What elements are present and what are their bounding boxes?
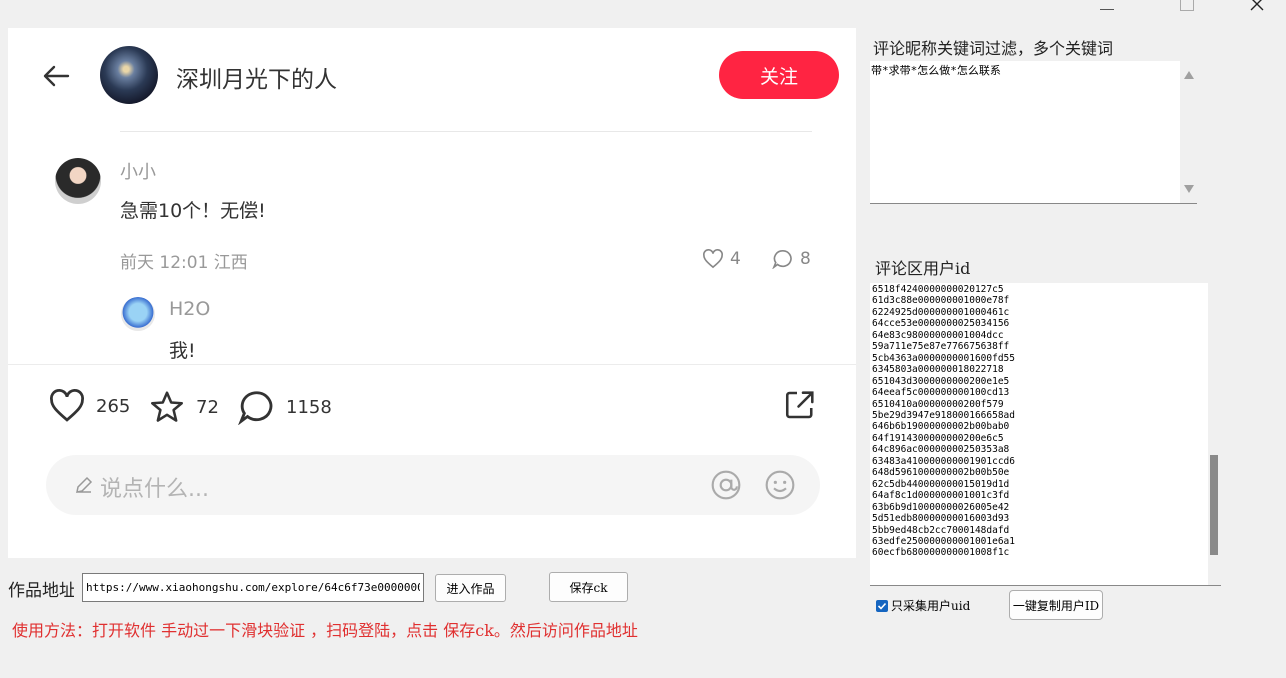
share-icon[interactable] [782,387,818,423]
user-id-row: 5be29d3947e918000166658ad [872,409,1015,421]
user-id-row: 64c896ac00000000250353a8 [872,444,1010,456]
author-avatar[interactable] [100,46,158,104]
user-id-list: 6518f4240000000020127c5 61d3c88e000000001… [872,284,1015,559]
minimize-button[interactable] [1084,0,1130,14]
like-count: 265 [96,395,131,417]
scroll-down-arrow-icon[interactable] [1184,185,1194,193]
users-label: 评论区用户id [875,259,971,278]
user-id-row: 6224925d000000001000461c [872,306,1010,318]
user-id-row: 5d51edb80000000016003d93 [872,513,1010,525]
filter-text: 带*求带*怎么做*怎么联系 [871,64,1001,77]
usage-instructions: 使用方法：打开软件 手动过一下滑块验证 ，扫码登陆，点击 保存ck。然后访问作品… [12,621,638,640]
user-id-row: 646b6b19000000002b00bab0 [872,421,1010,433]
comment-meta: 前天 12:01 江西 [120,253,248,273]
pencil-icon [76,476,93,493]
filter-label: 评论昵称关键词过滤，多个关键词 [873,39,1114,58]
like-button[interactable]: 265 [48,389,130,423]
scroll-up-arrow-icon[interactable] [1184,71,1194,79]
at-icon[interactable] [710,469,742,501]
user-id-row: 648d5961000000002b00b50e [872,467,1010,479]
comment-like-count: 4 [730,249,741,269]
user-id-row: 64e83c98000000001004dcc [872,329,1004,341]
reply-name[interactable]: H2O [169,298,210,320]
filter-scrollbar[interactable] [1180,61,1197,203]
heart-icon [703,249,723,269]
user-id-row: 63edfe250000000001001e6a1 [872,535,1015,547]
comment-count: 1158 [286,396,332,418]
copy-user-id-button[interactable]: 一键复制用户ID [1009,590,1103,620]
scrollbar-thumb[interactable] [1210,455,1218,555]
filter-textarea[interactable]: 带*求带*怎么做*怎么联系 [870,61,1197,204]
maximize-button[interactable] [1164,0,1210,14]
user-id-row: 6345803a000000018022718 [872,364,1004,376]
only-uid-label: 只采集用户uid [891,599,971,613]
star-icon [151,391,183,422]
user-id-row: 59a711e75e87e776675638ff [872,341,1010,353]
user-id-textarea[interactable]: 6518f4240000000020127c5 61d3c88e000000001… [870,283,1221,586]
close-icon [1250,0,1264,11]
user-id-row: 60ecfb680000000001008f1c [872,547,1010,559]
commenter-name[interactable]: 小小 [120,158,156,184]
star-count: 72 [196,396,219,418]
divider [120,131,812,132]
comment-bubble-icon [772,249,792,269]
user-id-row: 63b6b9d10000000026005e42 [872,501,1010,513]
comment-reply-count: 8 [800,249,811,269]
user-id-row: 64f1914300000000200e6c5 [872,432,1004,444]
commenter-avatar[interactable] [55,158,101,204]
comment-like-button[interactable]: 4 [702,249,741,269]
engagement-bar: 265 72 1158 说点什么... [8,364,856,558]
comment-placeholder: 说点什么... [100,477,209,502]
user-id-row: 5cb4363a0000000001600fd55 [872,352,1015,364]
save-ck-button[interactable]: 保存ck [549,572,628,602]
user-id-row: 62c5db440000000015019d1d [872,478,1010,490]
user-id-row: 64eeaf5c000000000100cd13 [872,387,1010,399]
author-name[interactable]: 深圳月光下的人 [176,60,337,94]
checkbox-checked-icon[interactable] [876,599,888,612]
user-id-row: 651043d3000000000200e1e5 [872,375,1010,387]
user-id-row: 63483a410000000001901ccd6 [872,455,1015,467]
user-id-scrollbar[interactable] [1208,283,1221,585]
star-button[interactable]: 72 [148,389,219,425]
reply-text: 我! [169,340,196,362]
user-id-row: 64cce53e0000000025034156 [872,318,1010,330]
reply-avatar[interactable] [121,297,155,331]
follow-button[interactable]: 关注 [719,51,839,99]
heart-icon [50,389,84,422]
work-url-label: 作品地址 [8,581,74,601]
comment-text: 急需10个！无偿! [120,200,266,222]
comment-input[interactable]: 说点什么... [46,455,820,515]
comment-bubble-icon [238,391,273,425]
post-webview: 深圳月光下的人 关注 小小 急需10个！无偿! 前天 12:01 江西 4 8 … [8,28,856,558]
comment-button[interactable]: 1158 [238,389,332,425]
user-id-row: 61d3c88e000000001000e78f [872,295,1010,307]
user-id-row: 5bb9ed48cb2cc7000148dafd [872,524,1010,536]
only-uid-checkbox[interactable]: 只采集用户uid [876,597,970,614]
user-id-row: 6510410a00000000200f579 [872,398,1004,410]
post-header: 深圳月光下的人 关注 [8,28,856,132]
user-id-row: 6518f4240000000020127c5 [872,284,1004,295]
emoji-icon[interactable] [764,469,796,501]
comment-reply-button[interactable]: 8 [772,249,811,269]
work-url-input[interactable] [82,573,424,602]
enter-work-button[interactable]: 进入作品 [435,574,506,602]
back-arrow-icon[interactable] [42,64,70,88]
close-button[interactable] [1234,0,1280,14]
user-id-row: 64af8c1d000000001001c3fd [872,490,1010,502]
